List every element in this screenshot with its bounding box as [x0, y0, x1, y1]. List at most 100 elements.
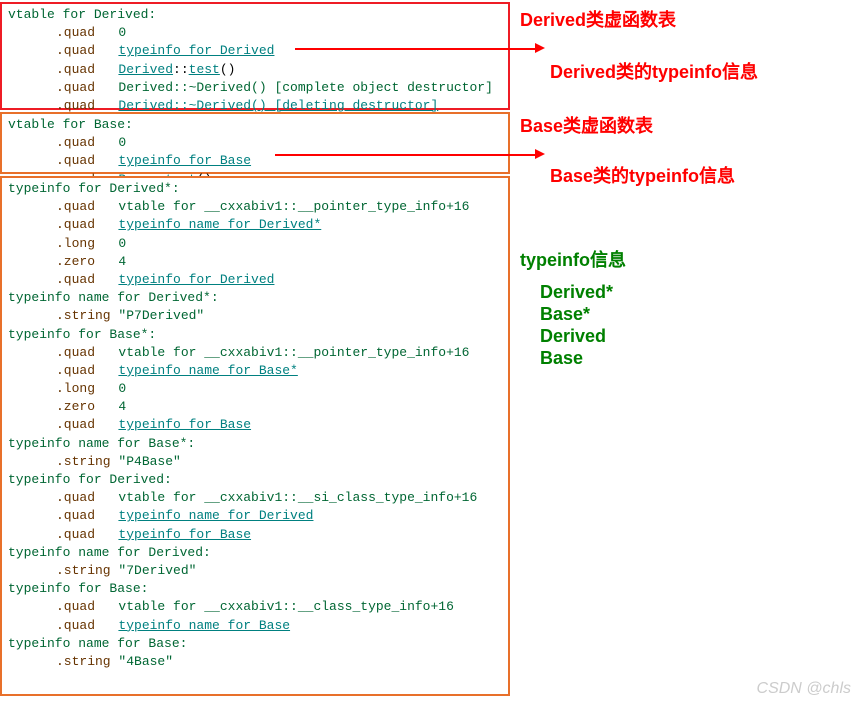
- directive: .zero: [56, 254, 118, 269]
- arrow-line-2: [275, 154, 535, 156]
- vtable-derived-box: vtable for Derived: .quad 0 .quad typein…: [0, 2, 510, 110]
- code-line: .zero 4: [56, 398, 502, 416]
- code-line: typeinfo for Base:: [8, 580, 502, 598]
- code-line: .string "P7Derived": [56, 307, 502, 325]
- symbol: typeinfo name for Base*: [118, 363, 297, 378]
- annotation-typeinfo-title: typeinfo信息: [520, 248, 626, 273]
- code-line: vtable for Derived:: [8, 6, 502, 24]
- directive: .string: [56, 308, 118, 323]
- fn: test: [189, 62, 220, 77]
- value: vtable for __cxxabiv1::__class_type_info…: [118, 599, 453, 614]
- string: "4Base": [118, 654, 173, 669]
- symbol: typeinfo for Base: [118, 153, 251, 168]
- cls: Derived: [118, 62, 173, 77]
- typeinfo-box: typeinfo for Derived*: .quad vtable for …: [0, 176, 510, 696]
- directive: .quad: [56, 217, 118, 232]
- code-line: typeinfo name for Derived:: [8, 544, 502, 562]
- string: "7Derived": [118, 563, 196, 578]
- code-line: typeinfo name for Base*:: [8, 435, 502, 453]
- directive: .zero: [56, 399, 118, 414]
- value: 0: [118, 135, 126, 150]
- arrow-head-2: [535, 149, 545, 159]
- arrow-head-1: [535, 43, 545, 53]
- code-line: typeinfo for Base*:: [8, 326, 502, 344]
- directive: .quad: [56, 508, 118, 523]
- value: 4: [118, 254, 126, 269]
- value: 4: [118, 399, 126, 414]
- symbol: Derived::~Derived() [complete object des…: [118, 80, 492, 95]
- symbol: typeinfo name for Derived: [118, 508, 313, 523]
- annotation-base-typeinfo: Base类的typeinfo信息: [550, 164, 735, 189]
- value: vtable for __cxxabiv1::__pointer_type_in…: [118, 199, 469, 214]
- paren: (): [220, 62, 236, 77]
- directive: .string: [56, 654, 118, 669]
- symbol: Derived::~Derived() [deleting destructor…: [118, 98, 438, 113]
- directive: .quad: [56, 345, 118, 360]
- code-line: .quad typeinfo name for Derived*: [56, 216, 502, 234]
- directive: .quad: [56, 199, 118, 214]
- directive: .quad: [56, 98, 118, 113]
- code-line: typeinfo name for Base:: [8, 635, 502, 653]
- symbol: typeinfo for Base: [118, 417, 251, 432]
- annotation-base-vtable: Base类虚函数表: [520, 114, 653, 139]
- annotation-base: Base: [540, 346, 583, 371]
- directive: .quad: [56, 618, 118, 633]
- code-line: vtable for Base:: [8, 116, 502, 134]
- arrow-line-1: [295, 48, 535, 50]
- code-line: typeinfo name for Derived*:: [8, 289, 502, 307]
- code-line: .quad typeinfo name for Base*: [56, 362, 502, 380]
- directive: .quad: [56, 62, 118, 77]
- value: vtable for __cxxabiv1::__si_class_type_i…: [118, 490, 477, 505]
- code-line: .quad vtable for __cxxabiv1::__pointer_t…: [56, 344, 502, 362]
- directive: .quad: [56, 272, 118, 287]
- code-line: typeinfo for Derived:: [8, 471, 502, 489]
- directive: .quad: [56, 527, 118, 542]
- code-line: .quad typeinfo name for Base: [56, 617, 502, 635]
- string: "P4Base": [118, 454, 180, 469]
- code-line: .quad vtable for __cxxabiv1::__pointer_t…: [56, 198, 502, 216]
- symbol: typeinfo name for Base: [118, 618, 290, 633]
- directive: .string: [56, 563, 118, 578]
- directive: .long: [56, 236, 118, 251]
- value: vtable for __cxxabiv1::__pointer_type_in…: [118, 345, 469, 360]
- code-line: .string "4Base": [56, 653, 502, 671]
- code-line: .zero 4: [56, 253, 502, 271]
- code-line: .quad typeinfo for Base: [56, 526, 502, 544]
- code-line: .quad 0: [56, 24, 502, 42]
- value: 0: [118, 381, 126, 396]
- code-line: .quad Derived::~Derived() [complete obje…: [56, 79, 502, 97]
- directive: .quad: [56, 80, 118, 95]
- annotation-derived-typeinfo: Derived类的typeinfo信息: [550, 60, 758, 85]
- sep: ::: [173, 62, 189, 77]
- code-line: .string "P4Base": [56, 453, 502, 471]
- code-line: .long 0: [56, 380, 502, 398]
- directive: .quad: [56, 599, 118, 614]
- symbol: typeinfo for Derived: [118, 272, 274, 287]
- directive: .quad: [56, 490, 118, 505]
- code-line: .quad typeinfo name for Derived: [56, 507, 502, 525]
- code-line: .quad typeinfo for Derived: [56, 42, 502, 60]
- watermark: CSDN @chls: [757, 678, 851, 700]
- symbol: typeinfo for Derived: [118, 43, 274, 58]
- code-line: .quad typeinfo for Derived: [56, 271, 502, 289]
- code-line: .quad 0: [56, 134, 502, 152]
- code-line: typeinfo for Derived*:: [8, 180, 502, 198]
- directive: .string: [56, 454, 118, 469]
- code-line: .string "7Derived": [56, 562, 502, 580]
- directive: .quad: [56, 25, 118, 40]
- directive: .quad: [56, 363, 118, 378]
- directive: .quad: [56, 417, 118, 432]
- value: 0: [118, 25, 126, 40]
- annotation-derived-vtable: Derived类虚函数表: [520, 8, 676, 33]
- code-line: .quad typeinfo for Base: [56, 416, 502, 434]
- code-line: .quad Derived::test(): [56, 61, 502, 79]
- symbol: typeinfo name for Derived*: [118, 217, 321, 232]
- symbol: typeinfo for Base: [118, 527, 251, 542]
- string: "P7Derived": [118, 308, 204, 323]
- directive: .long: [56, 381, 118, 396]
- vtable-base-box: vtable for Base: .quad 0 .quad typeinfo …: [0, 112, 510, 174]
- code-line: .quad vtable for __cxxabiv1::__si_class_…: [56, 489, 502, 507]
- value: 0: [118, 236, 126, 251]
- code-line: .long 0: [56, 235, 502, 253]
- directive: .quad: [56, 43, 118, 58]
